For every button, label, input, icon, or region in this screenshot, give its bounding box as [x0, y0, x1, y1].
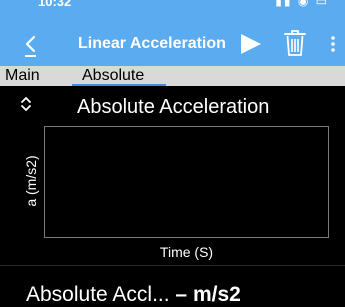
chart-header: Absolute Acceleration	[0, 86, 345, 124]
readout-unit: m/s2	[192, 283, 241, 306]
more-button[interactable]	[326, 32, 340, 56]
readout-value: –	[175, 283, 188, 306]
divider	[0, 265, 345, 266]
y-axis-label: a (m/s2)	[23, 155, 39, 207]
chevron-up-down-icon[interactable]	[20, 96, 32, 112]
play-icon	[241, 34, 261, 54]
status-time: 10:32	[38, 0, 72, 9]
signal-icon: ▮▮	[275, 0, 293, 8]
status-bar: 10:32 ▮▮ ◉ ▭	[0, 0, 345, 22]
tab-absolute[interactable]: Absolute	[82, 66, 144, 86]
chevron-left-icon	[25, 35, 36, 57]
readout: Absolute Accl... – m/s2	[26, 283, 241, 307]
tab-bar: Main Absolute	[0, 66, 345, 86]
chart-title: Absolute Acceleration	[77, 96, 270, 118]
wifi-icon: ◉	[297, 0, 311, 8]
trash-icon	[284, 30, 306, 56]
delete-button[interactable]	[283, 28, 307, 58]
more-vertical-icon	[331, 36, 335, 52]
x-axis-label: Time (S)	[159, 244, 214, 260]
tab-main[interactable]: Main	[5, 66, 40, 86]
plot-area[interactable]	[44, 126, 329, 238]
status-icons: ▮▮ ◉ ▭	[275, 0, 329, 8]
battery-icon: ▭	[315, 0, 329, 8]
play-button[interactable]	[238, 32, 264, 56]
y-axis-label-container: a (m/s2)	[20, 126, 42, 236]
back-button[interactable]	[20, 32, 42, 58]
nav-bar: Linear Acceleration	[0, 22, 345, 66]
page-title: Linear Acceleration	[78, 35, 226, 52]
readout-label: Absolute Accl...	[26, 283, 170, 306]
